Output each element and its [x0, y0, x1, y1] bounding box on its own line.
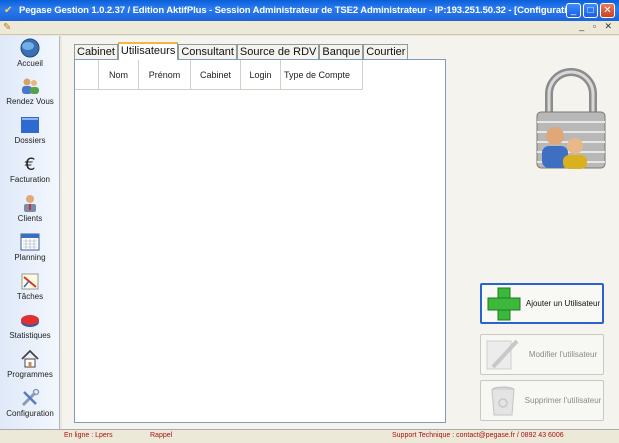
tab-cabinet[interactable]: Cabinet	[74, 44, 118, 60]
stats-icon	[21, 315, 39, 327]
sidebar-item-statistiques[interactable]: Statistiques	[0, 308, 60, 346]
add-user-label: Ajouter un Utilisateur	[525, 299, 601, 308]
column-header-cabinet[interactable]: Cabinet	[191, 60, 241, 90]
sidebar-item-label: Dossiers	[14, 136, 46, 145]
tab-consultant[interactable]: Consultant	[178, 44, 237, 60]
sidebar-item-label: Accueil	[17, 59, 43, 68]
folder-icon	[21, 117, 39, 133]
column-header-prenom[interactable]: Prénom	[139, 60, 191, 90]
sidebar: Accueil Rendez Vous Dossiers € Facturati…	[0, 36, 60, 429]
svg-text:€: €	[25, 155, 36, 174]
home-icon	[21, 349, 39, 368]
app-logo-icon: ✔	[4, 4, 13, 16]
mdi-controls[interactable]: _ ▫ ✕	[579, 21, 615, 32]
people-icon	[22, 78, 39, 94]
status-online: En ligne : Lpers	[64, 432, 113, 439]
tools-icon	[21, 388, 40, 407]
security-lock-icon	[536, 68, 606, 169]
minimize-button[interactable]: _	[566, 3, 581, 18]
users-table[interactable]: Nom Prénom Cabinet Login Type de Compte	[74, 59, 446, 423]
calendar-icon	[20, 233, 40, 251]
sidebar-item-programmes[interactable]: Programmes	[0, 347, 60, 385]
sidebar-item-accueil[interactable]: Accueil	[0, 36, 60, 74]
column-header-type-de-compte[interactable]: Type de Compte	[281, 60, 363, 90]
row-selector-header	[75, 60, 99, 90]
column-header-login[interactable]: Login	[241, 60, 281, 90]
edit-user-button[interactable]: Modifier l'utilisateur	[480, 334, 604, 375]
sidebar-item-label: Facturation	[9, 175, 51, 184]
delete-user-label: Supprimer l'utilisateur	[524, 396, 602, 405]
client-icon	[24, 195, 36, 212]
status-support: Support Technique : contact@pegase.fr / …	[392, 432, 564, 439]
sidebar-item-label: Tâches	[16, 292, 44, 301]
close-button[interactable]: ✕	[600, 3, 615, 18]
sidebar-item-clients[interactable]: Clients	[0, 191, 60, 229]
tab-courtier[interactable]: Courtier	[363, 44, 409, 60]
maximize-button[interactable]: □	[583, 3, 598, 18]
tab-source-de-rdv[interactable]: Source de RDV	[236, 44, 320, 60]
sidebar-item-planning[interactable]: Planning	[0, 230, 60, 268]
status-reminder[interactable]: Rappel	[150, 432, 172, 439]
sidebar-item-rendez-vous[interactable]: Rendez Vous	[0, 74, 60, 112]
tab-utilisateurs[interactable]: Utilisateurs	[117, 42, 179, 60]
euro-icon: €	[25, 155, 36, 174]
sidebar-item-configuration[interactable]: Configuration	[0, 386, 60, 424]
tasks-icon	[21, 273, 39, 290]
menu-bar: ✎ _ ▫ ✕	[0, 21, 619, 35]
tab-bar: Cabinet Utilisateurs Consultant Source d…	[74, 42, 409, 60]
add-user-button[interactable]: Ajouter un Utilisateur	[480, 283, 604, 324]
sidebar-item-label: Statistiques	[9, 331, 51, 340]
trash-icon	[491, 386, 515, 415]
sidebar-item-dossiers[interactable]: Dossiers	[0, 113, 60, 151]
sidebar-item-label: Clients	[17, 214, 43, 223]
status-bar: En ligne : Lpers Rappel Support Techniqu…	[0, 429, 619, 443]
edit-pencil-icon	[486, 339, 519, 369]
sidebar-item-label: Configuration	[6, 409, 54, 418]
title-bar: ✔ Pegase Gestion 1.0.2.37 / Edition Akti…	[0, 0, 619, 21]
sidebar-item-taches[interactable]: Tâches	[0, 269, 60, 307]
globe-icon	[20, 38, 40, 58]
document-icon[interactable]: ✎	[3, 22, 11, 33]
sidebar-item-facturation[interactable]: € Facturation	[0, 152, 60, 190]
tab-banque[interactable]: Banque	[319, 44, 364, 60]
plus-icon	[487, 287, 521, 320]
edit-user-label: Modifier l'utilisateur	[528, 350, 598, 359]
main-area: Cabinet Utilisateurs Consultant Source d…	[62, 36, 619, 429]
window-title: Pegase Gestion 1.0.2.37 / Edition AktifP…	[19, 5, 566, 16]
sidebar-item-label: Programmes	[7, 370, 53, 379]
column-header-nom[interactable]: Nom	[99, 60, 139, 90]
sidebar-item-label: Planning	[14, 253, 46, 262]
delete-user-button[interactable]: Supprimer l'utilisateur	[480, 380, 604, 421]
sidebar-item-label: Rendez Vous	[6, 97, 54, 106]
table-header: Nom Prénom Cabinet Login Type de Compte	[75, 60, 363, 90]
